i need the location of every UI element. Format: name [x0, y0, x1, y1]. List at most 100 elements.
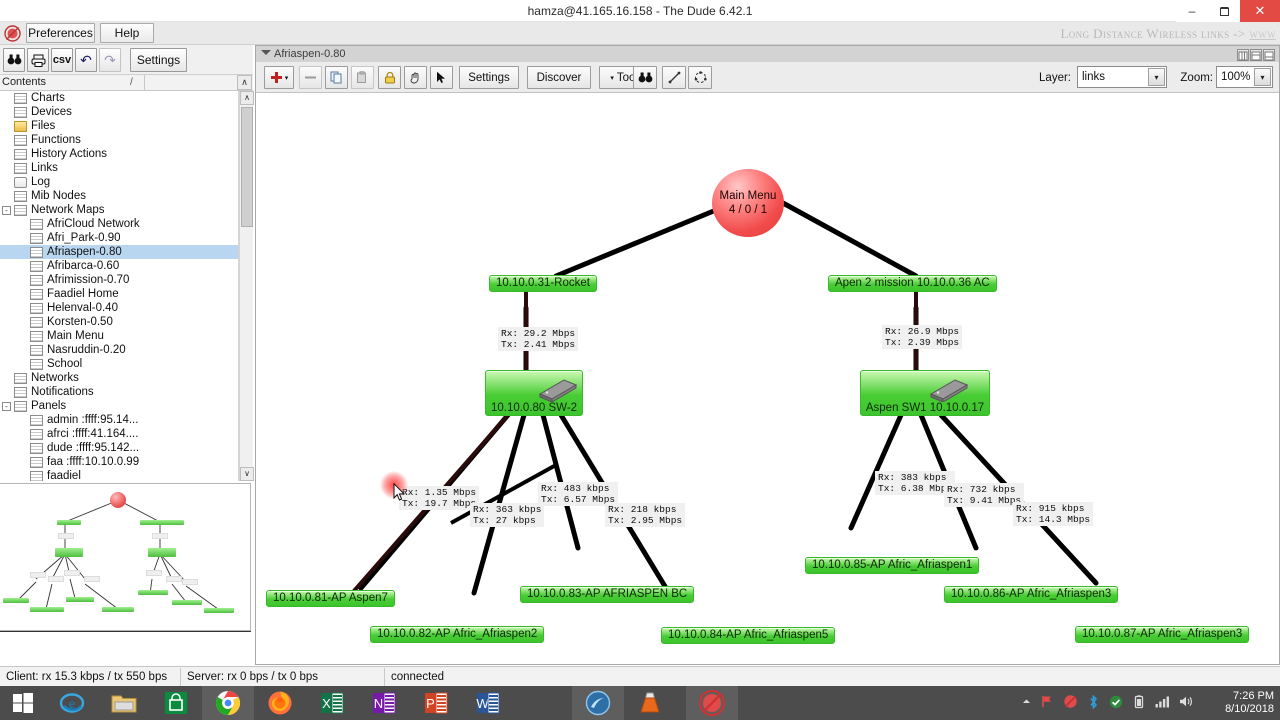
map-root-node[interactable]: Main Menu 4 / 0 / 1 [712, 169, 784, 237]
tree-scrollbar[interactable]: ∧ ∨ [239, 91, 254, 481]
tree-item[interactable]: Afri_Park-0.90 [0, 231, 238, 245]
tree-item[interactable]: Helenval-0.40 [0, 301, 238, 315]
map-node-apen2[interactable]: Apen 2 mission 10.10.0.36 AC [828, 275, 997, 292]
map-node-ap84[interactable]: 10.10.0.84-AP Afric_Afriaspen5 [661, 627, 836, 644]
zoom-select[interactable]: 100% ▾ [1216, 66, 1273, 88]
tree-item[interactable]: Devices [0, 105, 238, 119]
contents-scroll-up-icon[interactable]: ∧ [237, 75, 252, 90]
tree-item[interactable]: AfriCloud Network [0, 217, 238, 231]
arrange-button[interactable] [688, 66, 712, 89]
help-button[interactable]: Help [100, 23, 154, 43]
map-link-label-l1[interactable]: Rx: 29.2 Mbps Tx: 2.41 Mbps [498, 327, 579, 351]
word-icon[interactable]: W [462, 686, 514, 720]
add-button[interactable]: ▾ [264, 66, 294, 89]
powerpoint-icon[interactable]: P [410, 686, 462, 720]
network-map-canvas[interactable]: Main Menu 4 / 0 / 1 10.10.0.31-Rocket Ap… [256, 93, 1279, 664]
dude-icon[interactable] [686, 686, 738, 720]
battery-icon[interactable] [1132, 694, 1146, 712]
map-node-ap82[interactable]: 10.10.0.82-AP Afric_Afriaspen2 [370, 626, 545, 643]
contents-column-header[interactable]: Contents [2, 75, 132, 90]
tree-scroll-thumb[interactable] [241, 107, 253, 227]
map-link-label-l9[interactable]: Rx: 915 kbps Tx: 14.3 Mbps [1013, 502, 1094, 526]
map-restore-button[interactable] [1237, 49, 1249, 61]
tree-item[interactable]: Nasruddin-0.20 [0, 343, 238, 357]
map-settings-button[interactable]: Settings [459, 66, 519, 89]
copy-button[interactable] [325, 66, 348, 89]
tree-item[interactable]: - Network Maps [0, 203, 238, 217]
file-explorer-icon[interactable] [98, 686, 150, 720]
tree-item[interactable]: History Actions [0, 147, 238, 161]
close-button[interactable]: ✕ [1240, 0, 1280, 22]
layer-select[interactable]: links ▾ [1077, 66, 1167, 88]
print-button[interactable] [27, 48, 49, 72]
tree-item[interactable]: Log [0, 175, 238, 189]
tree-item[interactable]: School [0, 357, 238, 371]
network-signal-icon[interactable] [1155, 695, 1170, 711]
find-button[interactable] [3, 48, 25, 72]
map-link-label-l6[interactable]: Rx: 218 kbps Tx: 2.95 Mbps [605, 503, 686, 527]
tree-item[interactable]: Afrimission-0.70 [0, 273, 238, 287]
tree-scroll-down-button[interactable]: ∨ [240, 467, 254, 481]
undo-button[interactable]: ↶ [75, 48, 97, 72]
show-hidden-icons-icon[interactable] [1021, 696, 1032, 710]
tree-item[interactable]: Charts [0, 91, 238, 105]
map-link-label-l2[interactable]: Rx: 26.9 Mbps Tx: 2.39 Mbps [882, 325, 963, 349]
tree-item[interactable]: Faadiel Home [0, 287, 238, 301]
tree-item[interactable]: admin :ffff:95.14... [0, 413, 238, 427]
tree-scroll-up-button[interactable]: ∧ [240, 91, 254, 105]
tree-item[interactable]: Links [0, 161, 238, 175]
preferences-button[interactable]: Preferences [26, 23, 95, 43]
volume-icon[interactable] [1179, 695, 1194, 711]
map-link-label-l3[interactable]: Rx: 1.35 Mbps Tx: 19.7 Mbps [399, 486, 480, 510]
tree-item[interactable]: Notifications [0, 385, 238, 399]
left-settings-button[interactable]: Settings [130, 48, 187, 72]
csv-export-button[interactable]: csv [51, 48, 73, 72]
tree-item[interactable]: afrci :ffff:41.164.... [0, 427, 238, 441]
contents-tree[interactable]: Charts Devices Files Functions History Actio… [0, 91, 239, 481]
firefox-icon[interactable] [254, 686, 306, 720]
map-node-ap87[interactable]: 10.10.0.87-AP Afric_Afriaspen3 [1075, 626, 1250, 643]
windows-start-icon[interactable] [0, 686, 46, 720]
map-node-aspensw1[interactable]: Aspen SW1 10.10.0.17 [860, 370, 990, 416]
tree-item[interactable]: Functions [0, 133, 238, 147]
microsoft-store-icon[interactable] [150, 686, 202, 720]
chevron-down-icon[interactable] [261, 50, 271, 55]
tree-item[interactable]: Main Menu [0, 329, 238, 343]
brand-www-link[interactable]: www [1249, 26, 1276, 41]
tree-item[interactable]: Mib Nodes [0, 189, 238, 203]
tree-expander-icon[interactable]: - [2, 206, 11, 215]
vlc-icon[interactable] [624, 686, 676, 720]
chrome-icon[interactable] [202, 686, 254, 720]
map-link-label-l4[interactable]: Rx: 363 kbps Tx: 27 kbps [470, 503, 545, 527]
tree-item[interactable]: Networks [0, 371, 238, 385]
map-node-rocket[interactable]: 10.10.0.31-Rocket [489, 275, 597, 292]
chevron-down-icon[interactable]: ▾ [1254, 68, 1271, 86]
redo-button[interactable]: ↷ [99, 48, 121, 72]
winbox-icon[interactable] [572, 686, 624, 720]
dude-tray-icon[interactable] [1063, 694, 1078, 712]
maximize-button[interactable] [1208, 0, 1240, 22]
map-find-button[interactable] [633, 66, 657, 89]
tree-item[interactable]: Afribarca-0.60 [0, 259, 238, 273]
map-node-ap81[interactable]: 10.10.0.81-AP Aspen7 [266, 590, 395, 607]
tree-item[interactable]: faa :ffff:10.10.0.99 [0, 455, 238, 469]
discover-button[interactable]: Discover [527, 66, 591, 89]
excel-icon[interactable]: X [306, 686, 358, 720]
map-maximize-button[interactable] [1263, 49, 1275, 61]
onenote-icon[interactable]: N [358, 686, 410, 720]
map-overview-panel[interactable] [0, 483, 251, 631]
bluetooth-icon[interactable] [1087, 693, 1100, 712]
minimize-button[interactable]: – [1176, 0, 1208, 22]
map-node-sw2[interactable]: 10.10.0.80 SW-2 [485, 370, 583, 416]
safely-remove-icon[interactable] [1109, 695, 1123, 712]
pan-button[interactable] [404, 66, 427, 89]
map-node-ap83[interactable]: 10.10.0.83-AP AFRIASPEN BC [520, 586, 695, 603]
flag-icon[interactable] [1041, 695, 1054, 711]
link-tool-button[interactable] [662, 66, 686, 89]
paste-button[interactable] [351, 66, 374, 89]
taskbar-clock[interactable]: 7:26 PM 8/10/2018 [1225, 686, 1274, 720]
tree-item[interactable]: Afriaspen-0.80 [0, 245, 238, 259]
tree-item[interactable]: faadiel [0, 469, 238, 481]
tree-expander-icon[interactable]: - [2, 402, 11, 411]
chevron-down-icon[interactable]: ▾ [1148, 68, 1165, 86]
